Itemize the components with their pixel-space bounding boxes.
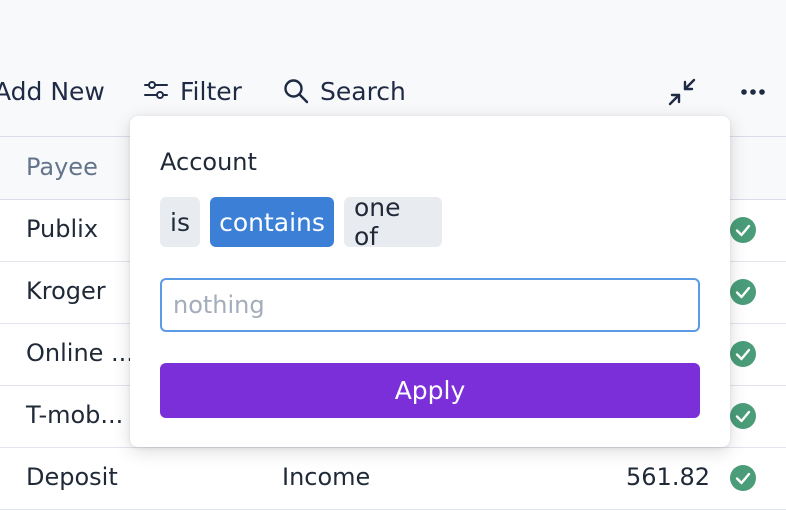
filter-icon (142, 77, 170, 105)
category-cell[interactable]: Income (282, 463, 370, 491)
search-icon (282, 77, 310, 105)
collapse-icon[interactable] (666, 76, 698, 108)
filter-button[interactable]: Filter (142, 74, 242, 108)
payee-cell[interactable]: Online ... (26, 339, 134, 367)
payee-cell[interactable]: Kroger (26, 277, 106, 305)
table-row[interactable]: Deposit Income 561.82 (0, 448, 786, 510)
add-new-label: Add New (0, 76, 105, 106)
filter-popover: Account is contains one of Apply (130, 116, 730, 447)
toolbar: Add New Filter Search (0, 60, 786, 122)
apply-button[interactable]: Apply (160, 363, 700, 418)
cleared-check-icon[interactable] (730, 217, 756, 243)
cleared-check-icon[interactable] (730, 403, 756, 429)
operator-one-of-button[interactable]: one of (344, 193, 442, 251)
operator-contains-button[interactable]: contains (210, 197, 334, 247)
more-icon[interactable] (737, 76, 769, 108)
cleared-check-icon[interactable] (730, 341, 756, 367)
cleared-check-icon[interactable] (730, 465, 756, 491)
payee-cell[interactable]: Publix (26, 215, 98, 243)
amount-cell[interactable]: 561.82 (626, 463, 710, 491)
payee-cell[interactable]: T-mob... (26, 401, 123, 429)
search-label: Search (320, 76, 406, 106)
payee-cell[interactable]: Deposit (26, 463, 118, 491)
filter-label: Filter (180, 76, 242, 106)
filter-value-input[interactable] (160, 278, 700, 332)
search-button[interactable]: Search (282, 74, 406, 108)
column-header-payee[interactable]: Payee (26, 153, 98, 181)
filter-field-label: Account (160, 148, 257, 176)
operator-is-button[interactable]: is (160, 197, 200, 247)
cleared-check-icon[interactable] (730, 279, 756, 305)
add-new-button[interactable]: Add New (0, 74, 105, 108)
